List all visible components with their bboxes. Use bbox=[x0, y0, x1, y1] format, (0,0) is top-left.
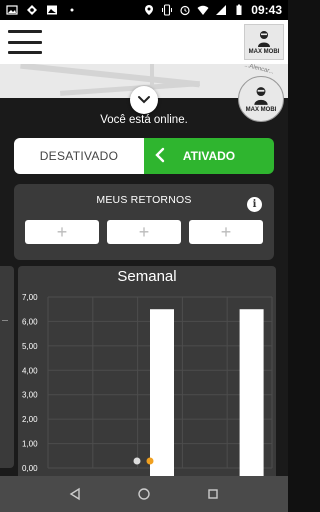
header-logo: MAX MOBI bbox=[244, 24, 284, 60]
chart-title: Semanal bbox=[117, 268, 177, 285]
y-tick-label: 6,00 bbox=[22, 317, 38, 326]
floating-logo-text: MAX MOBI bbox=[245, 106, 277, 113]
settings-icon bbox=[27, 5, 37, 15]
location-icon bbox=[145, 5, 154, 15]
y-tick-label: 1,00 bbox=[22, 440, 38, 449]
add-return-slot-3[interactable]: + bbox=[189, 220, 263, 244]
weekly-chart: 7,00 6,00 5,00 4,00 3,00 2,00 1,00 0,00 bbox=[22, 293, 273, 476]
image-icon bbox=[6, 5, 18, 15]
online-switch[interactable]: DESATIVADO ATIVADO bbox=[14, 138, 274, 174]
pager-dot[interactable] bbox=[146, 457, 154, 465]
add-return-slot-1[interactable]: + bbox=[25, 220, 99, 244]
switch-on-option[interactable]: ATIVADO bbox=[144, 138, 274, 174]
alarm-icon bbox=[180, 5, 190, 16]
driver-logo-icon bbox=[254, 86, 268, 105]
system-nav-bar bbox=[0, 476, 288, 512]
pager-dot[interactable] bbox=[133, 457, 141, 465]
y-tick-label: 5,00 bbox=[22, 342, 38, 351]
header-logo-text: MAX MOBI bbox=[248, 48, 280, 55]
driver-logo-icon bbox=[258, 30, 270, 47]
hamburger-icon[interactable] bbox=[8, 28, 42, 56]
switch-off-option[interactable]: DESATIVADO bbox=[14, 138, 144, 174]
chart-bar[interactable] bbox=[150, 309, 174, 476]
returns-card: MEUS RETORNOS i + + + bbox=[14, 184, 274, 260]
dots-icon bbox=[70, 8, 74, 12]
y-tick-label: 0,00 bbox=[22, 464, 38, 473]
signal-icon bbox=[216, 5, 227, 15]
returns-title: MEUS RETORNOS bbox=[96, 194, 192, 206]
y-tick-label: 2,00 bbox=[22, 415, 38, 424]
switch-on-label: ATIVADO bbox=[182, 149, 236, 163]
y-tick-label: 7,00 bbox=[22, 293, 38, 302]
previous-chart-card[interactable] bbox=[0, 266, 14, 468]
add-return-slot-2[interactable]: + bbox=[107, 220, 181, 244]
photo-icon bbox=[47, 5, 57, 15]
wifi-icon bbox=[197, 5, 209, 15]
chart-bar[interactable] bbox=[239, 309, 264, 476]
status-bar: 09:43 bbox=[0, 0, 288, 20]
nav-back-button[interactable] bbox=[65, 484, 85, 504]
y-tick-label: 3,00 bbox=[22, 391, 38, 400]
online-status-text: Você está online. bbox=[100, 114, 188, 126]
collapse-panel-button[interactable] bbox=[130, 86, 158, 114]
app-header: MAX MOBI bbox=[0, 20, 288, 64]
status-right: 09:43 bbox=[143, 3, 282, 17]
home-circle-icon bbox=[138, 488, 150, 500]
status-left bbox=[6, 4, 78, 16]
info-icon[interactable]: i bbox=[247, 197, 262, 212]
status-time: 09:43 bbox=[251, 3, 282, 17]
chevron-left-icon bbox=[155, 147, 165, 163]
back-triangle-icon bbox=[69, 487, 80, 501]
weekly-chart-card[interactable]: 7,00 6,00 5,00 4,00 3,00 2,00 1,00 0,00 Semanal bbox=[18, 266, 276, 476]
nav-home-button[interactable] bbox=[134, 484, 154, 504]
map-street-label: ...Alencar... bbox=[243, 64, 275, 76]
chevron-down-icon bbox=[138, 96, 150, 104]
battery-icon bbox=[236, 4, 242, 15]
recents-square-icon bbox=[208, 489, 219, 499]
vibrate-icon bbox=[162, 4, 173, 16]
nav-recents-button[interactable] bbox=[203, 484, 223, 504]
y-tick-label: 4,00 bbox=[22, 366, 38, 375]
